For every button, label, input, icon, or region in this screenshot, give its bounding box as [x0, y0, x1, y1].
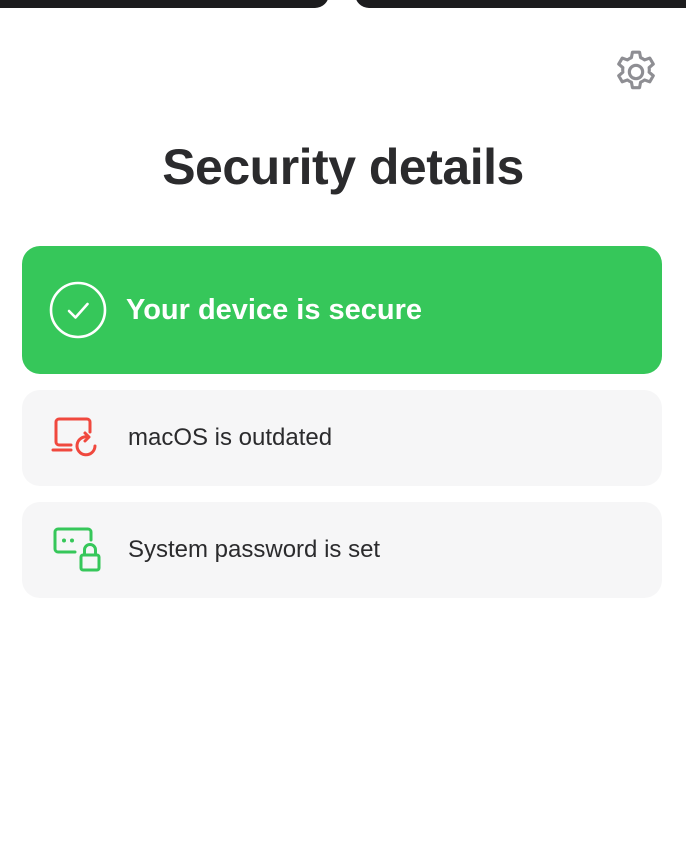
detail-item-password[interactable]: System password is set: [22, 502, 662, 598]
password-lock-icon: [50, 523, 104, 577]
status-label: Your device is secure: [126, 293, 423, 326]
page-title: Security details: [162, 139, 524, 195]
settings-button[interactable]: [610, 48, 662, 100]
detail-item-macos[interactable]: macOS is outdated: [22, 390, 662, 486]
top-tab-left[interactable]: [0, 0, 329, 8]
detail-label: System password is set: [128, 536, 381, 563]
status-banner: Your device is secure: [22, 246, 662, 374]
security-details-screen: Security details Your device is secure m…: [0, 0, 686, 842]
gear-icon: [611, 47, 661, 102]
laptop-refresh-icon: [50, 411, 104, 465]
top-tab-right[interactable]: [355, 0, 686, 8]
detail-label: macOS is outdated: [128, 424, 333, 451]
checkmark-circle-icon: [48, 280, 108, 340]
